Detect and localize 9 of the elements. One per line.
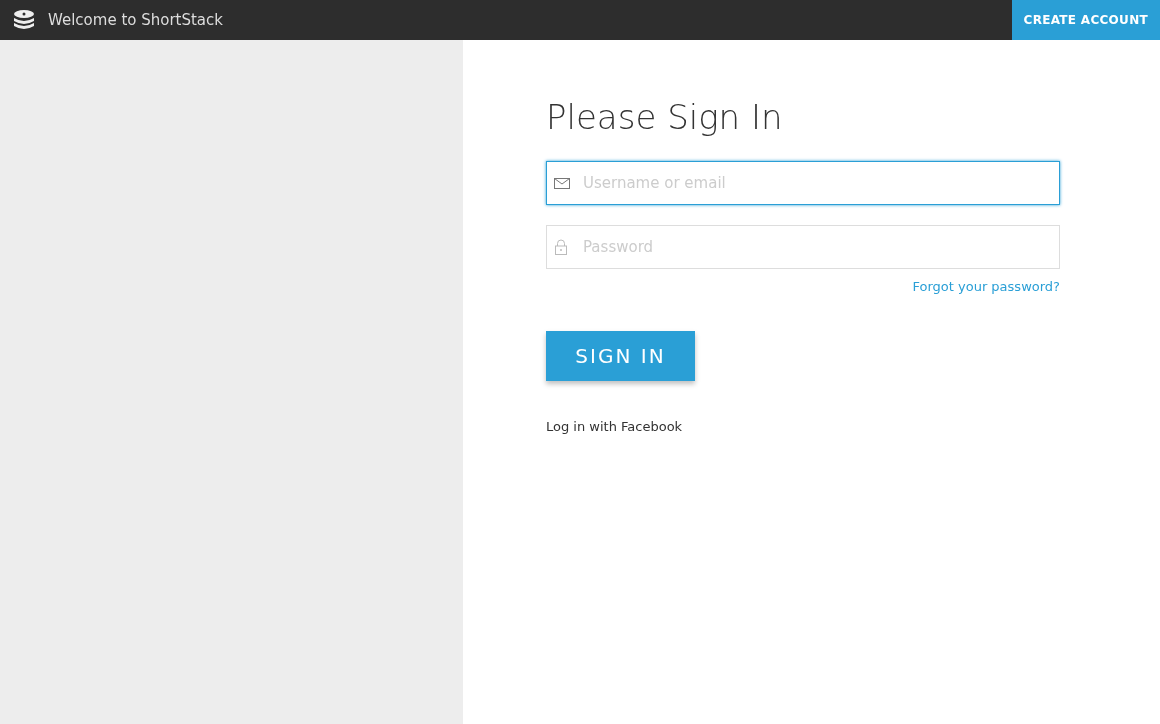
app-title: Welcome to ShortStack bbox=[48, 9, 223, 31]
stack-icon bbox=[12, 8, 36, 32]
facebook-login-link[interactable]: Log in with Facebook bbox=[546, 418, 683, 434]
mail-icon bbox=[554, 177, 570, 189]
lock-icon bbox=[554, 239, 568, 255]
forgot-password-link[interactable]: Forgot your password? bbox=[912, 277, 1060, 297]
create-account-button[interactable]: CREATE ACCOUNT bbox=[1011, 0, 1160, 40]
sign-in-heading: Please Sign In bbox=[546, 96, 784, 139]
sign-in-button[interactable]: SIGN IN bbox=[546, 330, 695, 381]
